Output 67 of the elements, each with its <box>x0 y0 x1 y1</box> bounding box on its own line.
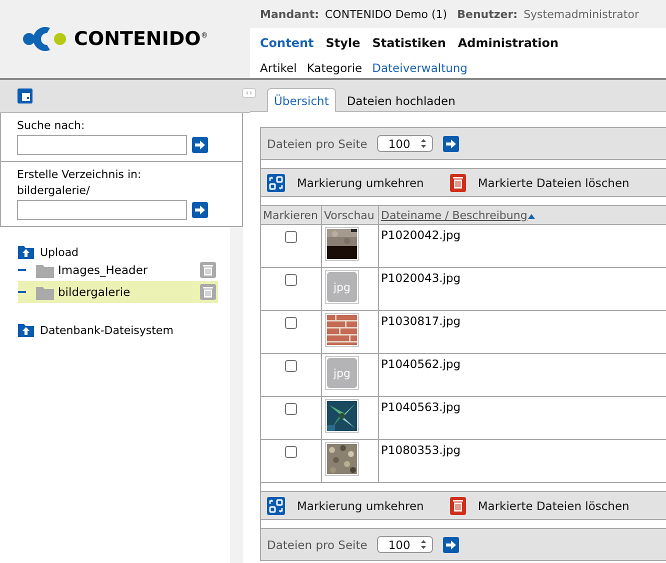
file-type-icon: jpg <box>327 272 357 302</box>
per-page-label: Dateien pro Seite <box>267 136 368 150</box>
trash-icon <box>450 496 466 514</box>
tab[interactable]: Dateien hochladen <box>340 88 462 112</box>
tree-item[interactable]: Datenbank-Dateisystem <box>40 324 174 337</box>
file-name: P1020042.jpg <box>378 224 666 268</box>
file-name: P1080353.jpg <box>378 440 666 482</box>
logo-icon <box>20 24 68 54</box>
create-folder-label: Erstelle Verzeichnis in: <box>17 168 142 181</box>
go-button[interactable] <box>443 536 460 552</box>
user-value: Systemadministrator <box>524 8 639 20</box>
tree-item[interactable]: bildergalerie <box>18 281 218 303</box>
tree-item[interactable]: Images_Header <box>18 259 218 281</box>
trash-icon <box>450 174 466 192</box>
search-field[interactable] <box>17 135 187 155</box>
stepper-icon <box>421 139 426 148</box>
row-checkbox[interactable] <box>285 274 297 286</box>
row-checkbox[interactable] <box>285 446 297 458</box>
invert-selection-icon <box>267 496 285 514</box>
file-name: P1030817.jpg <box>378 310 666 354</box>
main-nav-tab[interactable]: Statistiken <box>372 36 446 50</box>
invert-selection-link[interactable]: Markierung umkehren <box>297 176 424 190</box>
delete-selected-link[interactable]: Markierte Dateien löschen <box>478 176 630 190</box>
mandant-label: Mandant: <box>260 8 319 20</box>
file-name: P1040563.jpg <box>378 396 666 440</box>
folder-name-field[interactable] <box>17 200 187 220</box>
column-header: Vorschau <box>322 206 378 224</box>
go-button[interactable] <box>192 137 208 153</box>
per-page-label: Dateien pro Seite <box>267 538 368 552</box>
file-type-icon: jpg <box>327 358 357 388</box>
main-nav-tab[interactable]: Administration <box>458 36 559 50</box>
user-label: Benutzer: <box>457 8 518 20</box>
row-checkbox[interactable] <box>285 360 297 372</box>
window-icon <box>17 88 33 104</box>
mandant-value: CONTENIDO Demo (1) <box>325 8 448 20</box>
row-checkbox[interactable] <box>285 317 297 329</box>
go-button[interactable] <box>192 202 208 218</box>
resize-handle-icon <box>242 88 256 98</box>
logo-text: CONTENIDO$^{®}$ <box>74 28 208 50</box>
main-nav-tab[interactable]: Style <box>326 36 360 50</box>
row-checkbox[interactable] <box>285 403 297 415</box>
file-name: P1020043.jpg <box>378 268 666 310</box>
sub-nav-link[interactable]: Artikel <box>260 61 297 75</box>
invert-selection-icon <box>267 174 285 192</box>
per-page-select[interactable]: 100 <box>377 536 434 553</box>
invert-selection-link[interactable]: Markierung umkehren <box>297 498 424 512</box>
tab[interactable]: Übersicht <box>267 88 336 112</box>
search-label: Suche nach: <box>17 119 86 132</box>
sort-arrow-icon <box>528 214 536 218</box>
main-nav-tab[interactable]: Content <box>260 36 314 50</box>
per-page-select[interactable]: 100 <box>377 135 434 152</box>
sub-nav-link[interactable]: Dateiverwaltung <box>372 61 468 75</box>
folder-upload-icon <box>18 321 34 337</box>
column-header: Markieren <box>261 206 322 224</box>
folder-icon <box>36 262 54 278</box>
go-button[interactable] <box>443 136 460 152</box>
trash-icon <box>200 262 216 278</box>
file-name: P1040562.jpg <box>378 354 666 396</box>
delete-selected-link[interactable]: Markierte Dateien löschen <box>478 498 630 512</box>
folder-icon <box>36 284 54 300</box>
folder-upload-icon <box>18 243 34 259</box>
stepper-icon <box>421 540 426 549</box>
sub-nav-link[interactable]: Kategorie <box>306 61 362 75</box>
row-checkbox[interactable] <box>285 231 297 243</box>
folder-path: bildergalerie/ <box>17 184 91 197</box>
trash-icon <box>200 284 216 300</box>
tree-item[interactable]: Upload <box>40 246 79 259</box>
